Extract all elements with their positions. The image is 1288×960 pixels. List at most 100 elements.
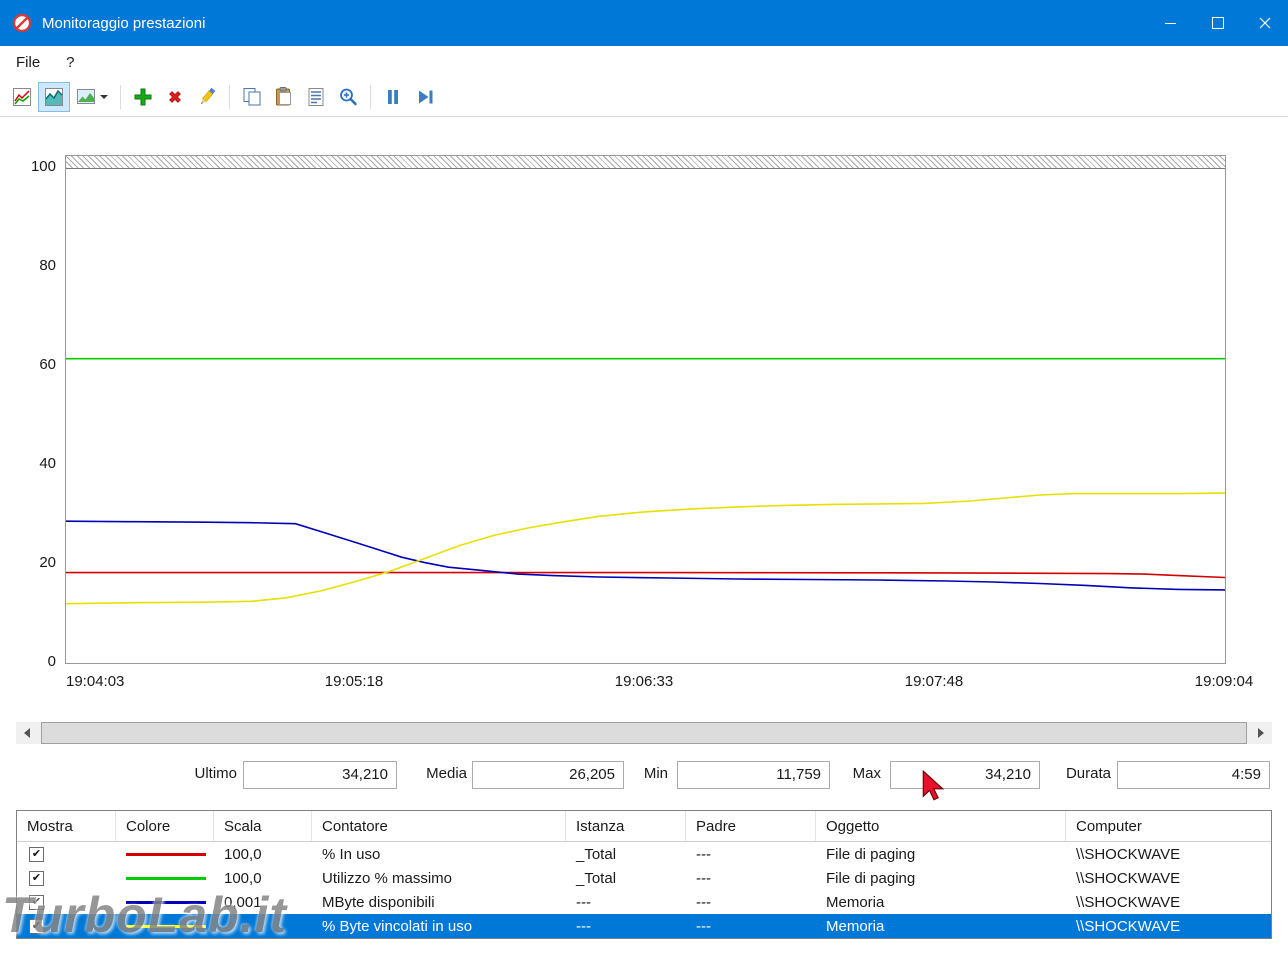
view-data-button[interactable]	[6, 82, 38, 112]
add-counter-icon	[134, 88, 152, 106]
copy-button[interactable]	[236, 82, 268, 112]
paste-button[interactable]	[268, 82, 300, 112]
cell-computer: \\SHOCKWAVE	[1076, 917, 1181, 935]
counter-table-header: Mostra Colore Scala Contatore Istanza Pa…	[17, 811, 1271, 842]
chevron-down-icon	[100, 95, 108, 103]
delete-counter-button[interactable]	[159, 82, 191, 112]
freeze-display-icon	[388, 90, 398, 104]
min-value: 11,759	[677, 761, 830, 789]
show-checkbox[interactable]: ✔	[29, 846, 44, 862]
show-checkbox[interactable]: ✔	[29, 870, 44, 886]
x-axis-tick: 19:04:03	[66, 673, 125, 690]
close-icon	[1259, 17, 1270, 29]
horizontal-scrollbar	[16, 722, 1272, 744]
y-axis-tick: 0	[47, 653, 56, 670]
header-scala[interactable]: Scala	[214, 811, 312, 841]
media-label: Media	[426, 765, 467, 782]
menu-file[interactable]: File	[3, 46, 53, 78]
chart-top-hatch	[66, 156, 1225, 169]
max-value: 34,210	[890, 761, 1040, 789]
cell-contatore: Utilizzo % massimo	[322, 869, 453, 887]
header-contatore[interactable]: Contatore	[312, 811, 566, 841]
cell-contatore: % Byte vincolati in uso	[322, 917, 473, 935]
color-swatch	[126, 852, 206, 856]
cell-contatore: % In uso	[322, 845, 381, 863]
window-controls	[1147, 0, 1288, 46]
add-counter-button[interactable]	[127, 82, 159, 112]
max-label: Max	[852, 765, 881, 782]
cell-scala: 100,0	[224, 869, 262, 887]
header-padre[interactable]: Padre	[686, 811, 816, 841]
maximize-icon	[1211, 17, 1224, 29]
header-oggetto[interactable]: Oggetto	[816, 811, 1066, 841]
graph-type-icon	[77, 89, 95, 104]
header-colore[interactable]: Colore	[116, 811, 214, 841]
toolbar-separator	[229, 85, 230, 109]
update-data-button[interactable]	[409, 82, 441, 112]
copy-properties-icon	[308, 88, 324, 106]
durata-label: Durata	[1065, 765, 1111, 782]
graph-view-icon	[45, 88, 63, 106]
mouse-cursor	[922, 770, 945, 801]
cell-contatore: MByte disponibili	[322, 893, 435, 911]
graph-view-button[interactable]	[38, 82, 70, 112]
cell-oggetto: File di paging	[826, 869, 916, 887]
cell-oggetto: Memoria	[826, 893, 885, 911]
x-axis-tick: 19:05:18	[324, 673, 384, 690]
zoom-button[interactable]	[332, 82, 364, 112]
header-istanza[interactable]: Istanza	[566, 811, 686, 841]
durata-value: 4:59	[1117, 761, 1270, 789]
scrollbar-thumb[interactable]	[41, 722, 1247, 744]
toolbar-separator	[370, 85, 371, 109]
chart-svg	[66, 169, 1225, 663]
cell-istanza: ---	[576, 917, 591, 935]
menu-help[interactable]: ?	[53, 46, 87, 78]
cell-scala: 100,0	[224, 845, 262, 863]
table-row[interactable]: ✔ 100,0 % In uso _Total --- File di pagi…	[17, 842, 1271, 866]
series-line	[66, 573, 1225, 578]
minimize-button[interactable]	[1147, 0, 1194, 46]
header-computer[interactable]: Computer	[1066, 811, 1271, 841]
x-axis-tick: 19:07:48	[904, 673, 964, 690]
cell-padre: ---	[696, 845, 711, 863]
cell-computer: \\SHOCKWAVE	[1076, 893, 1181, 911]
scroll-left-icon	[24, 728, 30, 738]
header-mostra[interactable]: Mostra	[17, 811, 116, 841]
menubar: File ?	[0, 46, 1288, 78]
titlebar: Monitoraggio prestazioni	[0, 0, 1288, 46]
cell-padre: ---	[696, 917, 711, 935]
highlight-button[interactable]	[191, 82, 223, 112]
color-swatch	[126, 876, 206, 880]
x-axis-tick: 19:06:33	[614, 673, 674, 690]
series-line	[66, 521, 1225, 590]
toolbar	[0, 78, 1288, 117]
cell-istanza: _Total	[576, 845, 617, 863]
y-axis-tick: 100	[30, 158, 56, 175]
cell-computer: \\SHOCKWAVE	[1076, 845, 1181, 863]
delete-counter-icon	[169, 91, 181, 103]
y-axis-tick: 80	[39, 257, 56, 274]
ultimo-value: 34,210	[243, 761, 397, 789]
zoom-icon	[340, 88, 357, 106]
scrollbar-track[interactable]	[38, 722, 1250, 744]
scroll-right-button[interactable]	[1250, 722, 1272, 744]
copy-icon	[243, 88, 261, 106]
graph-type-dropdown[interactable]	[70, 82, 114, 112]
maximize-button[interactable]	[1194, 0, 1241, 46]
toolbar-separator	[120, 85, 121, 109]
app-icon	[12, 13, 32, 33]
chart-plot-area[interactable]	[65, 155, 1226, 664]
min-label: Min	[643, 765, 668, 782]
scroll-right-icon	[1258, 728, 1264, 738]
cell-istanza: ---	[576, 893, 591, 911]
highlight-icon	[201, 87, 216, 104]
cell-oggetto: Memoria	[826, 917, 885, 935]
media-value: 26,205	[472, 761, 624, 789]
minimize-icon	[1165, 22, 1176, 24]
y-axis-tick: 20	[39, 554, 56, 571]
y-axis-tick: 60	[39, 356, 56, 373]
scroll-left-button[interactable]	[16, 722, 38, 744]
freeze-display-button[interactable]	[377, 82, 409, 112]
copy-properties-button[interactable]	[300, 82, 332, 112]
close-button[interactable]	[1241, 0, 1288, 46]
